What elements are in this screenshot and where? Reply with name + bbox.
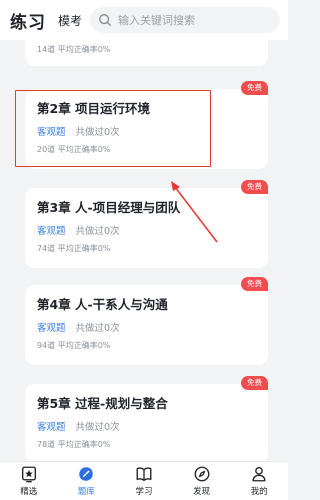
nav-item-discover[interactable]: 发现 [177, 465, 227, 497]
nav-label: 我的 [250, 487, 268, 497]
card-done-count: 共做过0次 [75, 226, 120, 237]
free-badge: 免费 [241, 376, 268, 390]
card-meta: 客观题 共做过0次 [37, 223, 120, 237]
card-title: 第4章 人-干系人与沟通 [37, 297, 168, 312]
search-icon [99, 14, 111, 26]
card-meta: 客观题 共做过0次 [37, 419, 120, 433]
tab-mock[interactable]: 模考 [58, 12, 82, 29]
profile-icon [252, 467, 266, 482]
card-stats: 20道 平均正确率0% [37, 145, 111, 154]
nav-item-selected[interactable]: 精选 [4, 465, 54, 497]
search-placeholder: 输入关键词搜索 [118, 14, 196, 27]
chapter-card[interactable]: 免费 第3章 人-项目经理与团队 客观题 共做过0次 74道 平均正确率0% [25, 180, 268, 268]
nav-item-profile[interactable]: 我的 [234, 465, 284, 497]
card-stats: 94道 平均正确率0% [37, 341, 111, 350]
header: 练习 模考 输入关键词搜索 [0, 0, 288, 40]
card-stats: 14道 平均正确率0% [37, 45, 111, 54]
chapter-card[interactable]: 免费 第5章 过程-规划与整合 客观题 共做过0次 78道 平均正确率0% [25, 376, 268, 461]
free-badge: 免费 [241, 277, 268, 291]
nav-item-question-bank[interactable]: 题库 [61, 465, 111, 497]
nav-label: 题库 [77, 487, 95, 497]
card-done-count: 共做过0次 [75, 127, 120, 138]
nav-label: 学习 [135, 487, 153, 497]
card-title: 第2章 项目运行环境 [37, 101, 151, 116]
card-stats: 74道 平均正确率0% [37, 244, 111, 253]
card-type: 客观题 [37, 422, 66, 433]
compass-icon [194, 466, 210, 482]
card-done-count: 共做过0次 [75, 422, 120, 433]
screen: 练习 模考 输入关键词搜索 14道 平均正确率0% 免费 第2章 项目运行环境 … [0, 0, 288, 500]
card-type: 客观题 [37, 226, 66, 237]
card-stats: 78道 平均正确率0% [37, 440, 111, 449]
chapter-card[interactable]: 免费 第2章 项目运行环境 客观题 共做过0次 20道 平均正确率0% [25, 81, 268, 169]
tab-practice[interactable]: 练习 [10, 8, 46, 33]
card-title: 第3章 人-项目经理与团队 [37, 200, 181, 215]
card-title: 第5章 过程-规划与整合 [37, 396, 168, 411]
nav-item-study[interactable]: 学习 [119, 465, 169, 497]
card-type: 客观题 [37, 127, 66, 138]
question-bank-icon [79, 467, 94, 481]
card-type: 客观题 [37, 323, 66, 334]
card-meta: 客观题 共做过0次 [37, 124, 120, 138]
card-done-count: 共做过0次 [75, 323, 120, 334]
chapter-card[interactable]: 14道 平均正确率0% [25, 40, 268, 66]
search-input[interactable]: 输入关键词搜索 [90, 7, 280, 33]
card-meta: 客观题 共做过0次 [37, 320, 120, 334]
chapter-list[interactable]: 14道 平均正确率0% 免费 第2章 项目运行环境 客观题 共做过0次 20道 … [0, 40, 288, 461]
free-badge: 免费 [241, 180, 268, 194]
free-badge: 免费 [241, 81, 268, 95]
bottom-nav: 精选 题库 学习 发现 我的 [0, 461, 288, 500]
selected-icon [21, 466, 36, 483]
book-icon [136, 467, 152, 481]
chapter-card[interactable]: 免费 第4章 人-干系人与沟通 客观题 共做过0次 94道 平均正确率0% [25, 277, 268, 365]
nav-label: 精选 [20, 487, 38, 497]
nav-label: 发现 [193, 487, 211, 497]
